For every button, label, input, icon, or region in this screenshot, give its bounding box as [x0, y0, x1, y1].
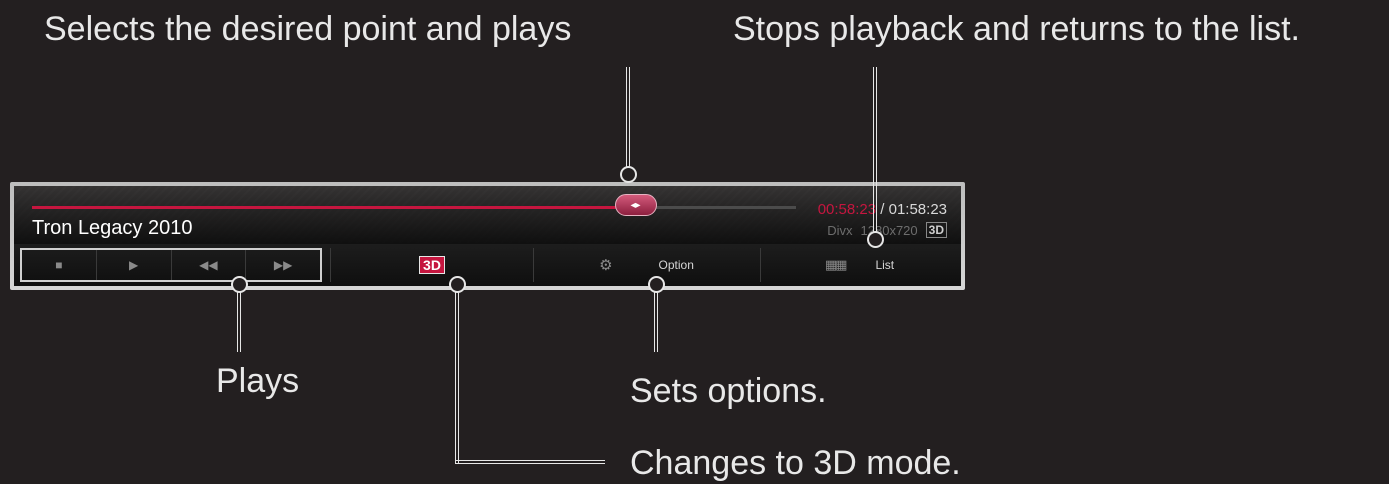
option-label: Option [658, 258, 694, 272]
file-info: Divx 1280x720 3D [827, 222, 947, 238]
seek-connector [626, 67, 630, 173]
3d-mode-button[interactable]: 3D [332, 248, 532, 282]
seek-track[interactable]: ◂▸ [32, 194, 796, 216]
gear-icon: ⚙ [599, 257, 613, 274]
grid-icon: ▦▦ [824, 257, 848, 272]
list-marker [867, 231, 884, 248]
rewind-icon: ◀◀ [199, 258, 218, 272]
callout-list: Stops playback and returns to the list. [733, 10, 1300, 48]
plays-connector [237, 292, 241, 352]
3d-connector-horizontal [455, 460, 605, 464]
callout-seek: Selects the desired point and plays [44, 10, 572, 48]
3d-badge-icon: 3D [925, 222, 947, 238]
fast-forward-icon: ▶▶ [273, 258, 293, 272]
media-player-body: ◂▸ Tron Legacy 2010 00:58:23 / 01:58:23 … [14, 186, 961, 286]
3d-connector [455, 292, 459, 464]
3d-marker [449, 276, 466, 293]
file-format: Divx [827, 222, 853, 238]
divider [330, 248, 331, 282]
options-marker [648, 276, 665, 293]
time-display: 00:58:23 / 01:58:23 [818, 201, 947, 218]
callout-plays: Plays [216, 362, 300, 400]
control-bar: ■ ▶ ◀◀ ▶▶ 3D ⚙ Option ▦▦ List [14, 244, 961, 286]
fast-forward-button[interactable]: ▶▶ [246, 250, 320, 280]
total-time: 01:58:23 [888, 201, 947, 218]
list-label: List [875, 258, 895, 272]
divider [760, 248, 761, 282]
3d-icon: 3D [419, 256, 445, 274]
callout-options: Sets options. [630, 372, 827, 410]
time-separator: / [880, 201, 885, 218]
current-time: 00:58:23 [817, 201, 877, 218]
play-icon: ▶ [129, 258, 139, 272]
seek-handle[interactable]: ◂▸ [614, 194, 657, 216]
media-player-panel: ◂▸ Tron Legacy 2010 00:58:23 / 01:58:23 … [10, 182, 965, 290]
playback-button-group: ■ ▶ ◀◀ ▶▶ [20, 248, 322, 282]
stop-icon: ■ [55, 258, 63, 272]
list-button[interactable]: ▦▦ List [762, 248, 957, 282]
callout-3d-mode: Changes to 3D mode. [630, 444, 961, 482]
seek-marker [620, 166, 637, 183]
options-connector [654, 292, 658, 352]
seek-progress-fill [32, 206, 636, 209]
play-button[interactable]: ▶ [97, 250, 172, 280]
rewind-button[interactable]: ◀◀ [172, 250, 247, 280]
list-connector [873, 67, 877, 235]
media-title: Tron Legacy 2010 [32, 217, 193, 239]
option-button[interactable]: ⚙ Option [534, 248, 759, 282]
stop-button[interactable]: ■ [22, 250, 97, 280]
plays-marker [231, 276, 248, 293]
seek-handle-arrows-icon: ◂▸ [630, 199, 641, 211]
player-info-area: ◂▸ Tron Legacy 2010 00:58:23 / 01:58:23 … [14, 186, 961, 244]
